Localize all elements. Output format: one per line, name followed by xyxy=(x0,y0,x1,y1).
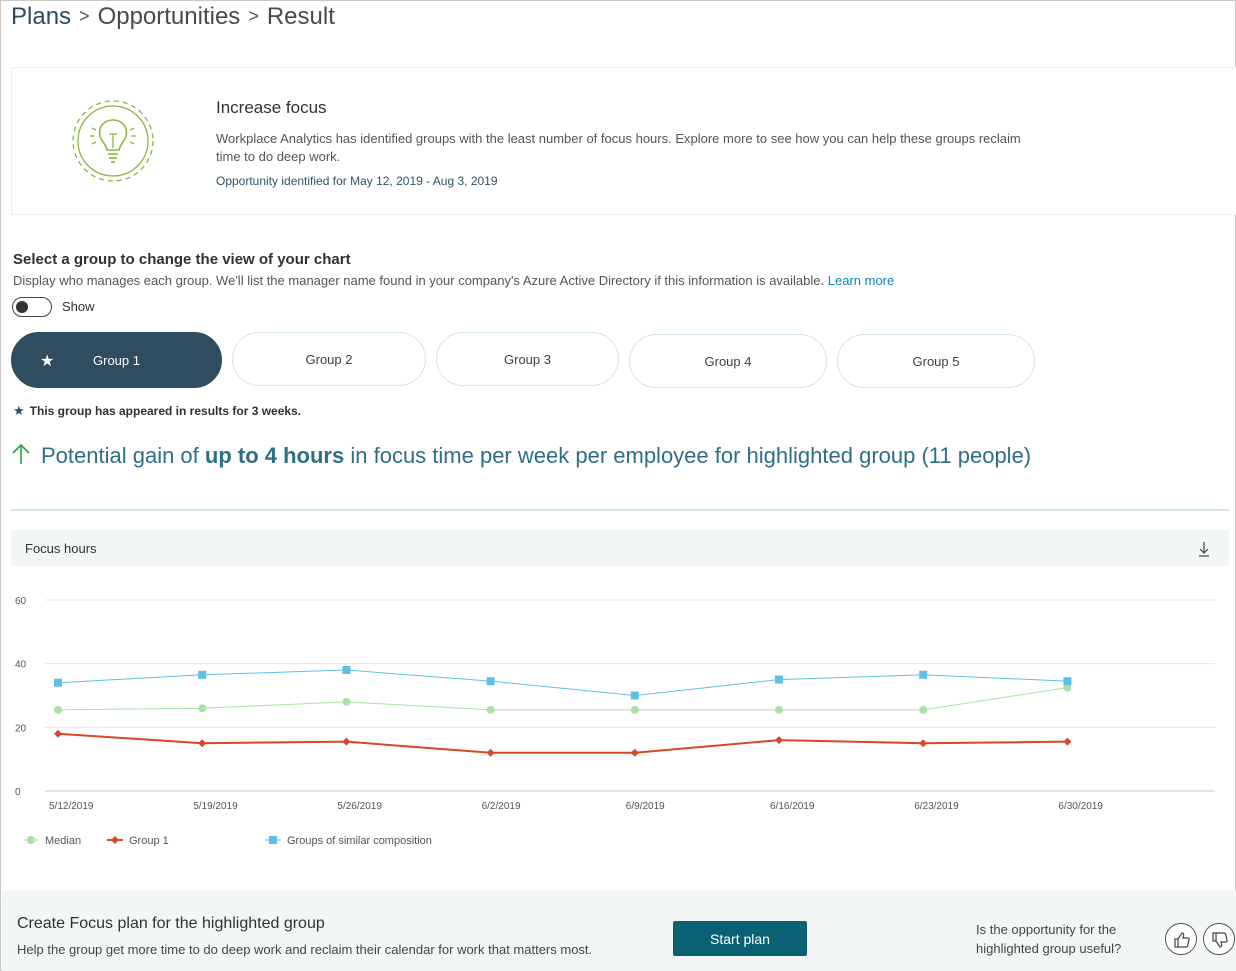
y-tick-label: 20 xyxy=(15,723,27,734)
group-note-text: This group has appeared in results for 3… xyxy=(29,404,302,418)
plan-footer: Create Focus plan for the highlighted gr… xyxy=(2,891,1236,971)
y-tick-label: 40 xyxy=(15,660,27,671)
manager-toggle[interactable] xyxy=(12,297,52,317)
series-line xyxy=(57,732,1068,754)
chart-header: Focus hours xyxy=(11,530,1229,566)
learn-more-link[interactable]: Learn more xyxy=(828,273,894,288)
group-note: ★ This group has appeared in results for … xyxy=(13,403,301,419)
footer-title: Create Focus plan for the highlighted gr… xyxy=(17,915,325,932)
legend-label: Median xyxy=(45,835,81,847)
breadcrumb: Plans > Opportunities > Result xyxy=(11,3,335,31)
group-tab-3[interactable]: Group 3 xyxy=(436,332,619,386)
toggle-knob xyxy=(16,301,28,313)
series-line xyxy=(57,687,1068,711)
start-plan-button[interactable]: Start plan xyxy=(673,921,807,956)
group-select-title: Select a group to change the view of you… xyxy=(13,251,351,268)
gain-suffix: in focus time per week per employee for … xyxy=(350,443,1032,468)
x-tick-label: 5/19/2019 xyxy=(193,801,238,812)
footer-description: Help the group get more time to do deep … xyxy=(17,942,593,957)
group-tab-4[interactable]: Group 4 xyxy=(629,334,827,388)
gain-prefix: Potential gain of xyxy=(41,443,199,468)
data-point xyxy=(54,705,62,714)
data-point xyxy=(919,739,928,748)
breadcrumb-plans[interactable]: Plans xyxy=(11,3,71,30)
x-tick-label: 6/2/2019 xyxy=(482,801,521,812)
legend-marker xyxy=(27,836,35,844)
group-tab-1[interactable]: ★ Group 1 xyxy=(11,332,222,388)
chart-title: Focus hours xyxy=(25,541,97,556)
y-tick-label: 60 xyxy=(15,596,27,607)
data-point xyxy=(342,737,351,746)
focus-hours-chart: 0 20 40 60 5/12/2019 5/19/2019 5/26/2019 6/2/20… xyxy=(15,596,1215,847)
y-tick-label: 0 xyxy=(15,787,21,798)
group-tab-label: Group 3 xyxy=(504,351,551,367)
group-tab-2[interactable]: Group 2 xyxy=(232,332,426,386)
group-tab-label: Group 2 xyxy=(305,351,353,367)
x-tick-label: 5/12/2019 xyxy=(49,801,94,812)
data-point xyxy=(54,678,62,687)
group-tab-5[interactable]: Group 5 xyxy=(837,334,1035,388)
breadcrumb-separator: > xyxy=(248,6,259,26)
useful-question: Is the opportunity for the highlighted g… xyxy=(976,922,1122,956)
opportunity-title: Increase focus xyxy=(216,98,327,117)
data-point xyxy=(630,748,639,757)
group-tab-label: Group 4 xyxy=(704,353,752,369)
section-divider xyxy=(11,509,1229,511)
breadcrumb-result: Result xyxy=(266,3,335,30)
data-point xyxy=(1063,677,1072,686)
breadcrumb-opportunities[interactable]: Opportunities xyxy=(98,3,241,30)
star-icon: ★ xyxy=(13,403,25,418)
data-point xyxy=(775,736,783,745)
legend-label: Group 1 xyxy=(129,835,169,847)
legend-marker xyxy=(269,836,277,844)
breadcrumb-separator: > xyxy=(79,6,90,26)
opportunity-date-range: Opportunity identified for May 12, 2019 … xyxy=(216,174,498,188)
x-tick-label: 6/23/2019 xyxy=(914,801,959,812)
x-tick-label: 6/30/2019 xyxy=(1058,801,1103,812)
data-point xyxy=(630,705,639,714)
thumbs-down-icon xyxy=(1212,932,1228,948)
arrow-up-icon xyxy=(12,443,30,464)
download-icon[interactable] xyxy=(1197,540,1211,558)
gain-highlight: up to 4 hours xyxy=(204,443,345,468)
group-select-description-text: Display who manages each group. We'll li… xyxy=(13,273,825,288)
legend-label: Groups of similar composition xyxy=(287,835,432,847)
data-point xyxy=(486,677,495,686)
data-point xyxy=(919,670,928,679)
star-icon: ★ xyxy=(40,353,55,370)
data-point xyxy=(775,675,783,684)
opportunity-description: Workplace Analytics has identified group… xyxy=(216,131,1021,164)
legend-marker xyxy=(111,836,119,844)
x-tick-label: 5/26/2019 xyxy=(337,801,382,812)
opportunity-card: Increase focus Workplace Analytics has i… xyxy=(11,67,1236,215)
data-point xyxy=(630,691,639,700)
data-point xyxy=(342,666,351,675)
x-tick-label: 6/16/2019 xyxy=(770,801,815,812)
thumbs-up-icon xyxy=(1174,932,1190,948)
series-line xyxy=(57,669,1068,697)
data-point xyxy=(198,739,207,748)
toggle-label: Show xyxy=(62,299,95,314)
data-point xyxy=(342,697,351,706)
data-point xyxy=(775,705,783,714)
potential-gain: Potential gain of up to 4 hours in focus… xyxy=(11,443,1031,469)
data-point xyxy=(486,705,495,714)
data-point xyxy=(198,704,207,713)
data-point xyxy=(54,729,62,738)
data-point xyxy=(198,670,207,679)
data-point xyxy=(919,705,928,714)
lightbulb-icon xyxy=(72,100,154,182)
app-frame: Plans > Opportunities > Result Increase focu… xyxy=(0,0,1236,971)
data-point xyxy=(1063,737,1072,746)
thumbs-down-button[interactable] xyxy=(1203,923,1235,955)
x-tick-label: 6/9/2019 xyxy=(626,801,665,812)
data-point xyxy=(486,748,495,757)
group-select-description: Display who manages each group. We'll li… xyxy=(13,273,894,288)
group-tab-label: Group 1 xyxy=(93,352,140,368)
thumbs-up-button[interactable] xyxy=(1165,923,1197,955)
group-tab-label: Group 5 xyxy=(912,353,960,369)
